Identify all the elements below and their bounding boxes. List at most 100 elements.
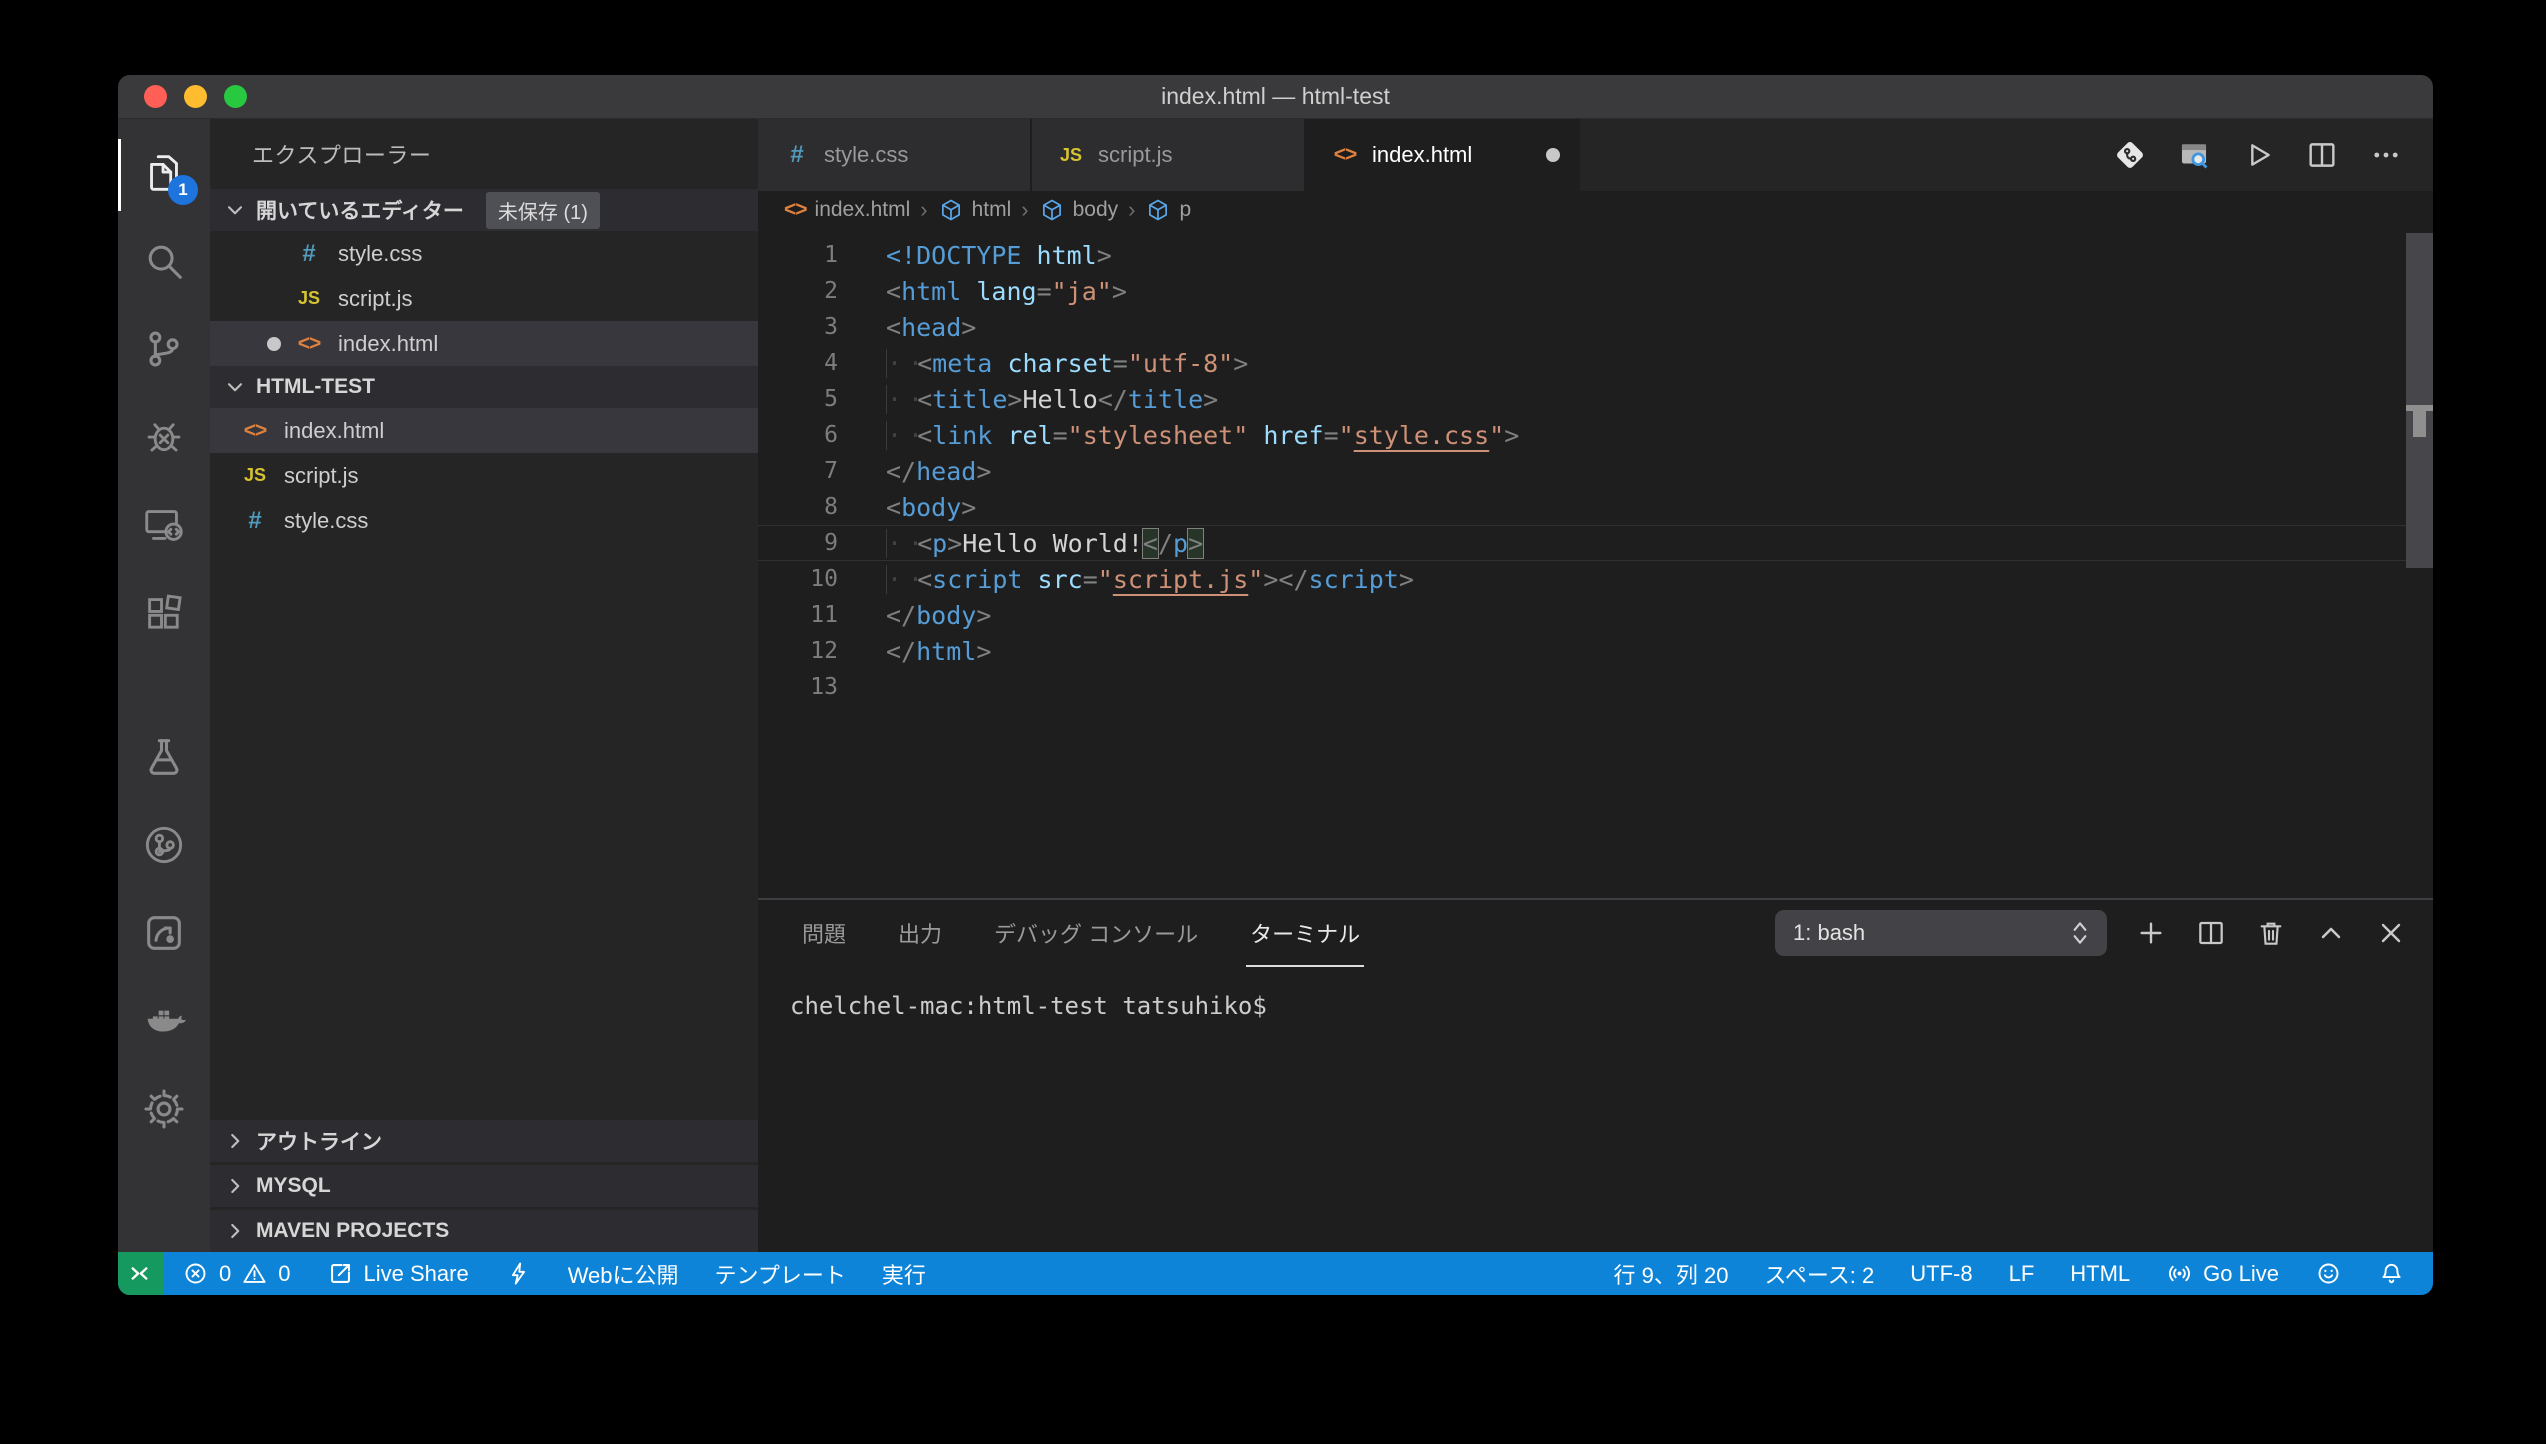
bolt-icon: [505, 1260, 532, 1287]
maximize-panel-button[interactable]: [2315, 917, 2347, 949]
status-language-mode[interactable]: HTML: [2052, 1252, 2148, 1295]
breadcrumb-separator: ›: [920, 197, 927, 223]
file-label: script.js: [338, 286, 413, 312]
status-encoding[interactable]: UTF-8: [1892, 1252, 1990, 1295]
status-feedback[interactable]: [2297, 1252, 2360, 1295]
folder-header-label: HTML-TEST: [256, 375, 375, 399]
status-bar: 00Live Share Webに公開テンプレート実行 行 9、列 20スペース:…: [118, 1252, 2433, 1295]
status-bolt[interactable]: [487, 1252, 550, 1295]
status-publish-web[interactable]: Webに公開: [550, 1252, 697, 1295]
file-item-style.css[interactable]: #style.css: [210, 498, 758, 543]
status-cursor-position[interactable]: 行 9、列 20: [1596, 1252, 1747, 1295]
breadcrumb-item-index.html[interactable]: <>index.html: [784, 198, 910, 222]
gitlens-graph-button[interactable]: [2113, 138, 2147, 172]
panel-tab-2[interactable]: デバッグ コンソール: [992, 911, 1200, 955]
split-terminal-button[interactable]: [2195, 917, 2227, 949]
html-file-icon: <>: [238, 419, 272, 443]
code-token: html: [1037, 241, 1097, 270]
indent-whitespace: ··: [886, 565, 917, 594]
file-item-index.html[interactable]: <>index.html: [210, 408, 758, 453]
code-token: >: [961, 313, 976, 342]
code-token: Hello: [1022, 385, 1097, 414]
chevron-right-icon: [222, 1173, 248, 1199]
section-2[interactable]: MAVEN PROJECTS: [210, 1210, 758, 1252]
activity-item-gitlens[interactable]: [118, 803, 210, 891]
breadcrumb-separator: ›: [1021, 197, 1028, 223]
code-token: </: [1278, 565, 1308, 594]
tab-script.js[interactable]: JSscript.js: [1032, 119, 1306, 191]
tab-style.css[interactable]: #style.css: [758, 119, 1032, 191]
terminal-shell-select[interactable]: 1: bash: [1775, 910, 2107, 956]
panel-tab-1[interactable]: 出力: [896, 911, 944, 955]
code-editor[interactable]: 1<!DOCTYPE html>2<html lang="ja">3<head>…: [758, 229, 2433, 898]
activity-item-debug[interactable]: [118, 395, 210, 483]
panel-tab-0[interactable]: 問題: [800, 911, 848, 955]
minimize-window-button[interactable]: [184, 85, 207, 108]
code-token: =: [1037, 277, 1052, 306]
file-item-script.js[interactable]: JSscript.js: [210, 276, 758, 321]
status-run-task[interactable]: 実行: [864, 1252, 944, 1295]
close-panel-button[interactable]: [2375, 917, 2407, 949]
code-token: >: [1097, 241, 1112, 270]
line-number: 3: [758, 314, 838, 340]
activity-item-live-share[interactable]: [118, 891, 210, 979]
file-label: style.css: [284, 508, 368, 534]
tab-index.html[interactable]: <>index.html: [1306, 119, 1580, 191]
zoom-window-button[interactable]: [224, 85, 247, 108]
smiley-icon: [2315, 1260, 2342, 1287]
activity-item-explorer[interactable]: 1: [118, 131, 210, 219]
more-actions-button[interactable]: [2369, 138, 2403, 172]
terminal-output[interactable]: chelchel-mac:html-test tatsuhiko$: [758, 966, 2433, 1252]
code-token: <: [917, 565, 932, 594]
section-0[interactable]: アウトライン: [210, 1120, 758, 1162]
code-token: lang: [976, 277, 1036, 306]
title-bar[interactable]: index.html — html-test: [118, 75, 2433, 119]
tab-label: script.js: [1098, 142, 1173, 168]
run-button[interactable]: [2241, 138, 2275, 172]
breadcrumb-label: index.html: [815, 198, 911, 222]
status-template[interactable]: テンプレート: [697, 1252, 864, 1295]
status-text: 実行: [882, 1258, 926, 1290]
workbench: 1 エクスプローラー 開いているエディター未保存 (1)#style.cssJS…: [118, 119, 2433, 1252]
file-item-index.html[interactable]: <>index.html: [210, 321, 758, 366]
activity-item-remote-explorer[interactable]: [118, 483, 210, 571]
code-token: [992, 349, 1007, 378]
activity-item-test[interactable]: [118, 715, 210, 803]
status-notifications[interactable]: [2360, 1252, 2423, 1295]
kill-terminal-button[interactable]: [2255, 917, 2287, 949]
code-token: p: [932, 529, 947, 558]
panel-tab-3[interactable]: ターミナル: [1248, 911, 1362, 955]
editor-group: #style.cssJSscript.js<>index.html <>inde…: [758, 119, 2433, 1252]
open-preview-button[interactable]: [2177, 138, 2211, 172]
activity-item-settings[interactable]: [118, 1067, 210, 1155]
activity-item-extensions[interactable]: [118, 571, 210, 659]
breadcrumb-item-html[interactable]: html: [938, 197, 1012, 223]
code-token: </: [886, 637, 916, 666]
status-live-share[interactable]: Live Share: [309, 1252, 487, 1295]
folder-header[interactable]: HTML-TEST: [210, 366, 758, 408]
editor-scrollbar[interactable]: [2406, 233, 2433, 568]
file-item-style.css[interactable]: #style.css: [210, 231, 758, 276]
breadcrumb-item-p[interactable]: p: [1145, 197, 1191, 223]
line-number: 6: [758, 422, 838, 448]
activity-item-source-control[interactable]: [118, 307, 210, 395]
new-terminal-button[interactable]: [2135, 917, 2167, 949]
activity-item-docker[interactable]: [118, 979, 210, 1067]
split-editor-button[interactable]: [2305, 138, 2339, 172]
open-editors-header[interactable]: 開いているエディター未保存 (1): [210, 189, 758, 231]
status-eol[interactable]: LF: [1991, 1252, 2053, 1295]
close-window-button[interactable]: [144, 85, 167, 108]
file-item-script.js[interactable]: JSscript.js: [210, 453, 758, 498]
status-problems[interactable]: 00: [164, 1252, 309, 1295]
code-token: </: [886, 457, 916, 486]
code-token: meta: [932, 349, 992, 378]
section-1[interactable]: MYSQL: [210, 1165, 758, 1207]
activity-item-search[interactable]: [118, 219, 210, 307]
breadcrumb-item-body[interactable]: body: [1039, 197, 1119, 223]
code-token: >: [1263, 565, 1278, 594]
status-remote-indicator[interactable]: [118, 1252, 164, 1295]
panel-header: 問題 出力 デバッグ コンソール ターミナル 1: bash: [758, 900, 2433, 966]
bell-icon: [2378, 1260, 2405, 1287]
status-indentation[interactable]: スペース: 2: [1746, 1252, 1892, 1295]
status-go-live[interactable]: Go Live: [2148, 1252, 2297, 1295]
